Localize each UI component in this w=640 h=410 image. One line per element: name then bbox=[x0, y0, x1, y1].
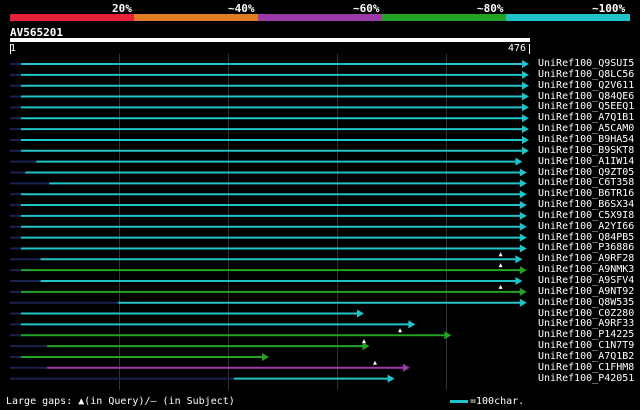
hit-label[interactable]: UniRef100_B9SKT8 bbox=[538, 145, 634, 156]
hit-arrow bbox=[519, 287, 527, 296]
hit-label[interactable]: UniRef100_B9HA54 bbox=[538, 134, 634, 145]
hit-label[interactable]: UniRef100_A9RF33 bbox=[538, 318, 634, 329]
hit-arrow bbox=[357, 309, 365, 318]
hit-arrow bbox=[515, 277, 523, 285]
hit-label[interactable]: UniRef100_Q5EEQ1 bbox=[538, 101, 634, 112]
hit-label[interactable]: UniRef100_C1FHM8 bbox=[538, 362, 634, 373]
scale-legend-text: =100char. bbox=[470, 396, 525, 407]
scale-legend: =100char. bbox=[450, 396, 524, 407]
hit-label[interactable]: UniRef100_P42051 bbox=[538, 373, 634, 384]
hit-label[interactable]: UniRef100_A7Q1B1 bbox=[538, 112, 634, 123]
hit-arrow bbox=[515, 255, 523, 264]
hit-arrow bbox=[522, 60, 529, 68]
hit-arrow bbox=[519, 211, 527, 220]
hit-arrow bbox=[522, 92, 529, 101]
hit-arrow bbox=[519, 266, 527, 275]
hit-label[interactable]: UniRef100_Q2V611 bbox=[538, 80, 634, 91]
hit-arrow bbox=[261, 352, 269, 361]
hit-label[interactable]: UniRef100_A9NT92 bbox=[538, 286, 634, 297]
hit-arrow bbox=[402, 363, 410, 372]
hit-arrow bbox=[519, 201, 527, 210]
hit-label[interactable]: UniRef100_Q9SUI5 bbox=[538, 58, 634, 69]
hit-arrow bbox=[522, 125, 529, 134]
hit-arrow bbox=[522, 146, 529, 155]
hit-label[interactable]: UniRef100_Q84QE6 bbox=[538, 91, 634, 102]
hit-arrow bbox=[522, 114, 529, 123]
hit-label[interactable]: UniRef100_C5X9I8 bbox=[538, 210, 634, 221]
hit-arrow bbox=[519, 168, 527, 177]
query-gap-marker bbox=[498, 252, 503, 257]
query-gap-marker bbox=[398, 328, 403, 333]
hit-label[interactable]: UniRef100_A2YI66 bbox=[538, 221, 634, 232]
hit-arrow bbox=[444, 331, 452, 340]
hit-label[interactable]: UniRef100_A9SFV4 bbox=[538, 275, 634, 286]
hit-arrow bbox=[362, 342, 370, 351]
hit-label[interactable]: UniRef100_C1N7T9 bbox=[538, 340, 634, 351]
hit-arrow bbox=[522, 135, 529, 144]
hit-arrow bbox=[408, 320, 416, 329]
hit-arrow bbox=[522, 81, 529, 90]
hit-label[interactable]: UniRef100_Q84PB5 bbox=[538, 232, 634, 243]
hit-arrow bbox=[519, 244, 527, 253]
hit-label[interactable]: UniRef100_P36886 bbox=[538, 242, 634, 253]
query-gap-marker bbox=[362, 339, 367, 344]
hit-arrow bbox=[519, 298, 527, 307]
hit-arrow bbox=[522, 103, 529, 112]
hit-arrow bbox=[387, 374, 395, 383]
gaps-legend: Large gaps: ▲(in Query)/– (in Subject) bbox=[6, 396, 235, 407]
hit-label[interactable]: UniRef100_Q8W535 bbox=[538, 297, 634, 308]
hit-arrow bbox=[519, 190, 527, 199]
hit-label[interactable]: UniRef100_B6SX34 bbox=[538, 199, 634, 210]
hit-label[interactable]: UniRef100_B6TR16 bbox=[538, 188, 634, 199]
hit-label[interactable]: UniRef100_A9NMK3 bbox=[538, 264, 634, 275]
hit-label[interactable]: UniRef100_A9RF28 bbox=[538, 253, 634, 264]
scale-swatch bbox=[450, 399, 468, 403]
hit-arrow bbox=[519, 222, 527, 231]
hit-label[interactable]: UniRef100_C0Z280 bbox=[538, 308, 634, 319]
hit-label[interactable]: UniRef100_A1IW14 bbox=[538, 156, 634, 167]
hit-label[interactable]: UniRef100_P14225 bbox=[538, 329, 634, 340]
hit-arrow bbox=[519, 179, 527, 188]
hit-arrow bbox=[519, 233, 527, 242]
query-gap-marker bbox=[498, 263, 503, 268]
hit-label[interactable]: UniRef100_A5CAM0 bbox=[538, 123, 634, 134]
hit-label[interactable]: UniRef100_C6T358 bbox=[538, 177, 634, 188]
hit-arrow bbox=[515, 157, 523, 166]
hit-label[interactable]: UniRef100_A7Q1B2 bbox=[538, 351, 634, 362]
query-gap-marker bbox=[372, 360, 377, 365]
hit-label[interactable]: UniRef100_Q8LC56 bbox=[538, 69, 634, 80]
hit-label[interactable]: UniRef100_Q9ZT05 bbox=[538, 167, 634, 178]
hit-arrow bbox=[522, 70, 529, 79]
query-gap-marker bbox=[498, 284, 503, 289]
